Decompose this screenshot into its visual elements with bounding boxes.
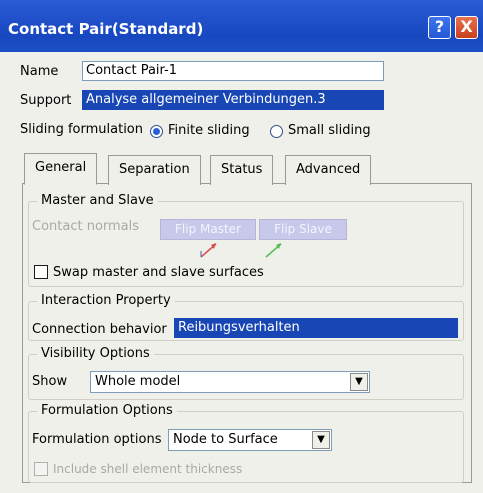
tab-status[interactable]: Status: [210, 155, 274, 185]
tab-advanced[interactable]: Advanced: [285, 155, 372, 185]
chevron-down-icon[interactable]: ▼: [312, 431, 330, 449]
flip-master-button[interactable]: Flip Master: [160, 219, 256, 240]
tab-general[interactable]: General: [24, 153, 98, 185]
formulation-dropdown[interactable]: Node to Surface ▼: [168, 429, 332, 451]
small-sliding-label[interactable]: Small sliding: [288, 123, 371, 138]
formulation-dropdown-value: Node to Surface: [173, 432, 278, 447]
chevron-down-icon[interactable]: ▼: [350, 373, 368, 391]
interaction-property-title: Interaction Property: [37, 293, 175, 308]
flip-slave-arrow-icon: [265, 243, 282, 258]
flip-master-arrow-icon: [200, 243, 217, 258]
finite-sliding-label[interactable]: Finite sliding: [168, 123, 250, 138]
swap-surfaces-checkbox[interactable]: [34, 265, 48, 279]
formulation-options-title: Formulation Options: [37, 403, 177, 418]
visibility-options-title: Visibility Options: [37, 346, 154, 361]
small-sliding-radio[interactable]: [270, 125, 283, 138]
name-field[interactable]: Contact Pair-1: [82, 61, 384, 81]
show-dropdown-value: Whole model: [95, 374, 181, 389]
window-title: Contact Pair(Standard): [8, 20, 204, 38]
connection-behavior-label: Connection behavior: [32, 322, 167, 337]
contact-pair-dialog: Contact Pair(Standard) ? X Name Contact …: [0, 0, 483, 493]
show-label: Show: [32, 374, 68, 389]
include-shell-thickness-checkbox[interactable]: [34, 462, 48, 476]
formulation-options-label: Formulation options: [32, 432, 162, 447]
finite-sliding-radio[interactable]: [150, 125, 163, 138]
support-field[interactable]: Analyse allgemeiner Verbindungen.3: [82, 90, 384, 110]
title-bar[interactable]: Contact Pair(Standard) ? X: [0, 0, 483, 52]
sliding-formulation-label: Sliding formulation: [20, 122, 143, 137]
name-label: Name: [20, 64, 59, 79]
close-button[interactable]: X: [455, 16, 478, 39]
swap-surfaces-label[interactable]: Swap master and slave surfaces: [53, 265, 264, 280]
connection-behavior-field[interactable]: Reibungsverhalten: [174, 318, 458, 338]
tab-separation[interactable]: Separation: [108, 155, 201, 185]
master-slave-title: Master and Slave: [37, 193, 158, 208]
show-dropdown[interactable]: Whole model ▼: [90, 371, 370, 393]
flip-slave-button[interactable]: Flip Slave: [259, 219, 347, 240]
contact-normals-label: Contact normals: [32, 219, 140, 234]
include-shell-thickness-label: Include shell element thickness: [53, 462, 243, 476]
help-button[interactable]: ?: [428, 16, 451, 39]
support-label: Support: [20, 93, 72, 108]
